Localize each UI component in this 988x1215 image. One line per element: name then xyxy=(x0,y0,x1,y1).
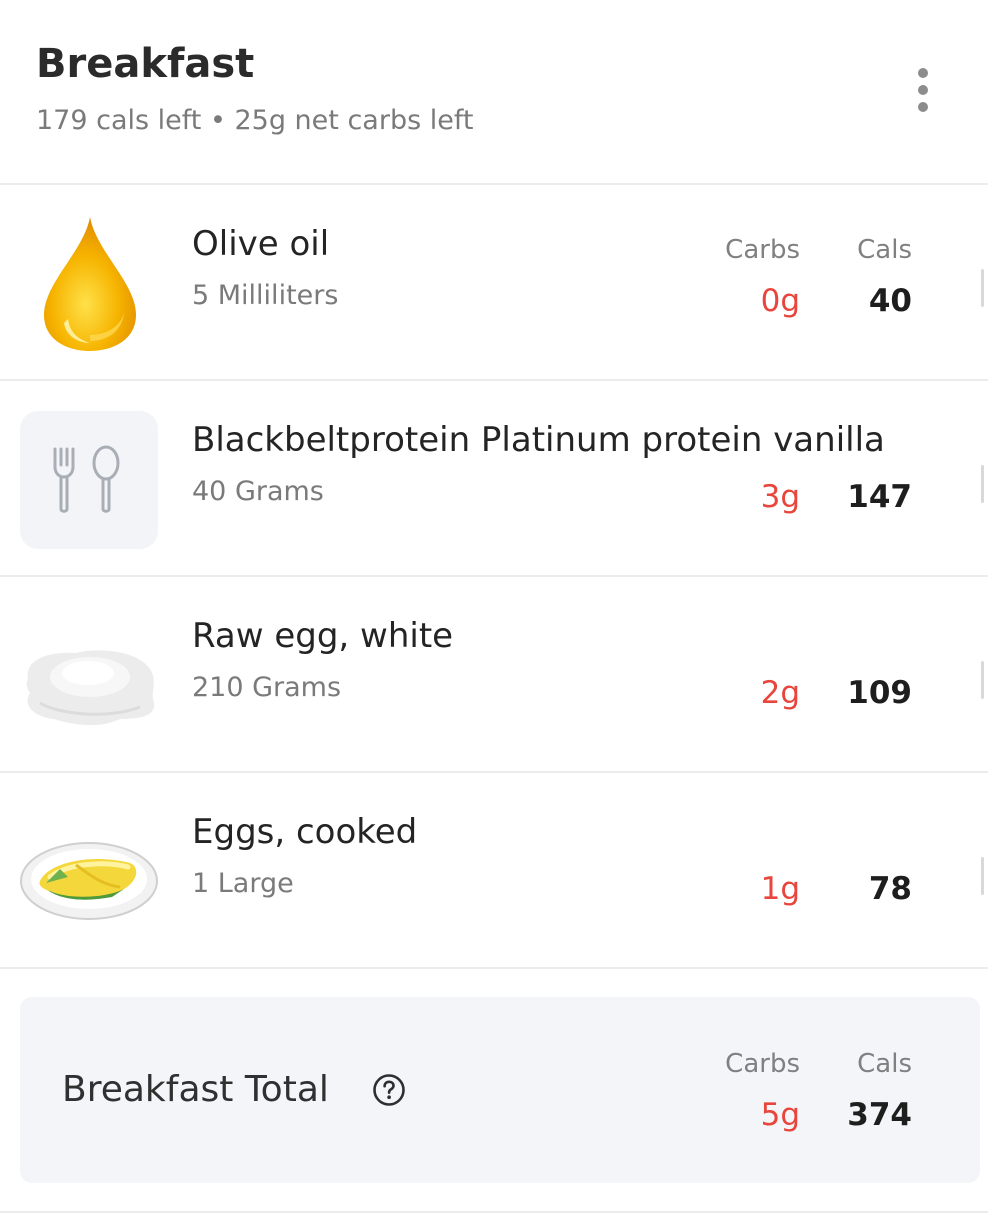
food-amount: 5 Milliliters xyxy=(192,280,339,311)
help-circle-icon[interactable] xyxy=(372,1073,406,1107)
swipe-handle[interactable] xyxy=(981,465,984,503)
meal-title: Breakfast xyxy=(36,41,255,87)
meal-total-label: Breakfast Total xyxy=(62,1069,329,1110)
food-row-eggs-cooked[interactable]: Eggs, cooked 1 Large 1g 78 xyxy=(0,773,988,967)
oil-drop-icon xyxy=(44,217,136,351)
menu-dot xyxy=(918,85,928,95)
food-carbs: 2g xyxy=(760,675,800,711)
cals-header: Cals xyxy=(857,235,912,265)
food-carbs: 1g xyxy=(760,871,800,907)
swipe-handle[interactable] xyxy=(981,269,984,307)
food-row-protein-vanilla[interactable]: Blackbeltprotein Platinum protein vanill… xyxy=(0,381,988,575)
egg-white-icon xyxy=(26,650,155,726)
food-amount: 210 Grams xyxy=(192,672,342,703)
food-cals: 109 xyxy=(847,675,912,711)
meal-header: Breakfast 179 cals left • 25g net carbs … xyxy=(0,0,988,184)
food-row-raw-egg-white[interactable]: Raw egg, white 210 Grams 2g 109 xyxy=(0,577,988,771)
food-name: Olive oil xyxy=(192,224,330,264)
food-name: Blackbeltprotein Platinum protein vanill… xyxy=(192,420,885,460)
food-carbs: 3g xyxy=(760,479,800,515)
food-placeholder-thumb xyxy=(20,411,158,549)
food-name: Raw egg, white xyxy=(192,616,454,656)
menu-dot xyxy=(918,68,928,78)
meal-total-panel: Breakfast Total Carbs Cals 5g 374 xyxy=(20,997,980,1183)
more-options-icon[interactable] xyxy=(900,62,946,118)
food-row-olive-oil[interactable]: Olive oil 5 Milliliters Carbs Cals 0g 40 xyxy=(0,185,988,379)
carbs-header: Carbs xyxy=(725,235,800,265)
food-amount: 40 Grams xyxy=(192,476,324,507)
total-carbs-header: Carbs xyxy=(725,1049,800,1079)
total-carbs: 5g xyxy=(760,1097,800,1133)
omelette-icon xyxy=(20,842,158,920)
food-amount: 1 Large xyxy=(192,868,294,899)
food-carbs: 0g xyxy=(760,283,800,319)
divider xyxy=(0,1211,988,1213)
fork-spoon-icon xyxy=(53,445,120,513)
divider xyxy=(0,967,988,969)
swipe-handle[interactable] xyxy=(981,661,984,699)
food-cals: 78 xyxy=(868,871,912,907)
menu-dot xyxy=(918,102,928,112)
meal-card: Breakfast 179 cals left • 25g net carbs … xyxy=(0,0,988,1215)
food-cals: 40 xyxy=(868,283,912,319)
total-cals: 374 xyxy=(847,1097,912,1133)
food-cals: 147 xyxy=(847,479,912,515)
food-name: Eggs, cooked xyxy=(192,812,418,852)
meal-remaining-summary: 179 cals left • 25g net carbs left xyxy=(36,105,474,136)
total-cals-header: Cals xyxy=(857,1049,912,1079)
swipe-handle[interactable] xyxy=(981,857,984,895)
